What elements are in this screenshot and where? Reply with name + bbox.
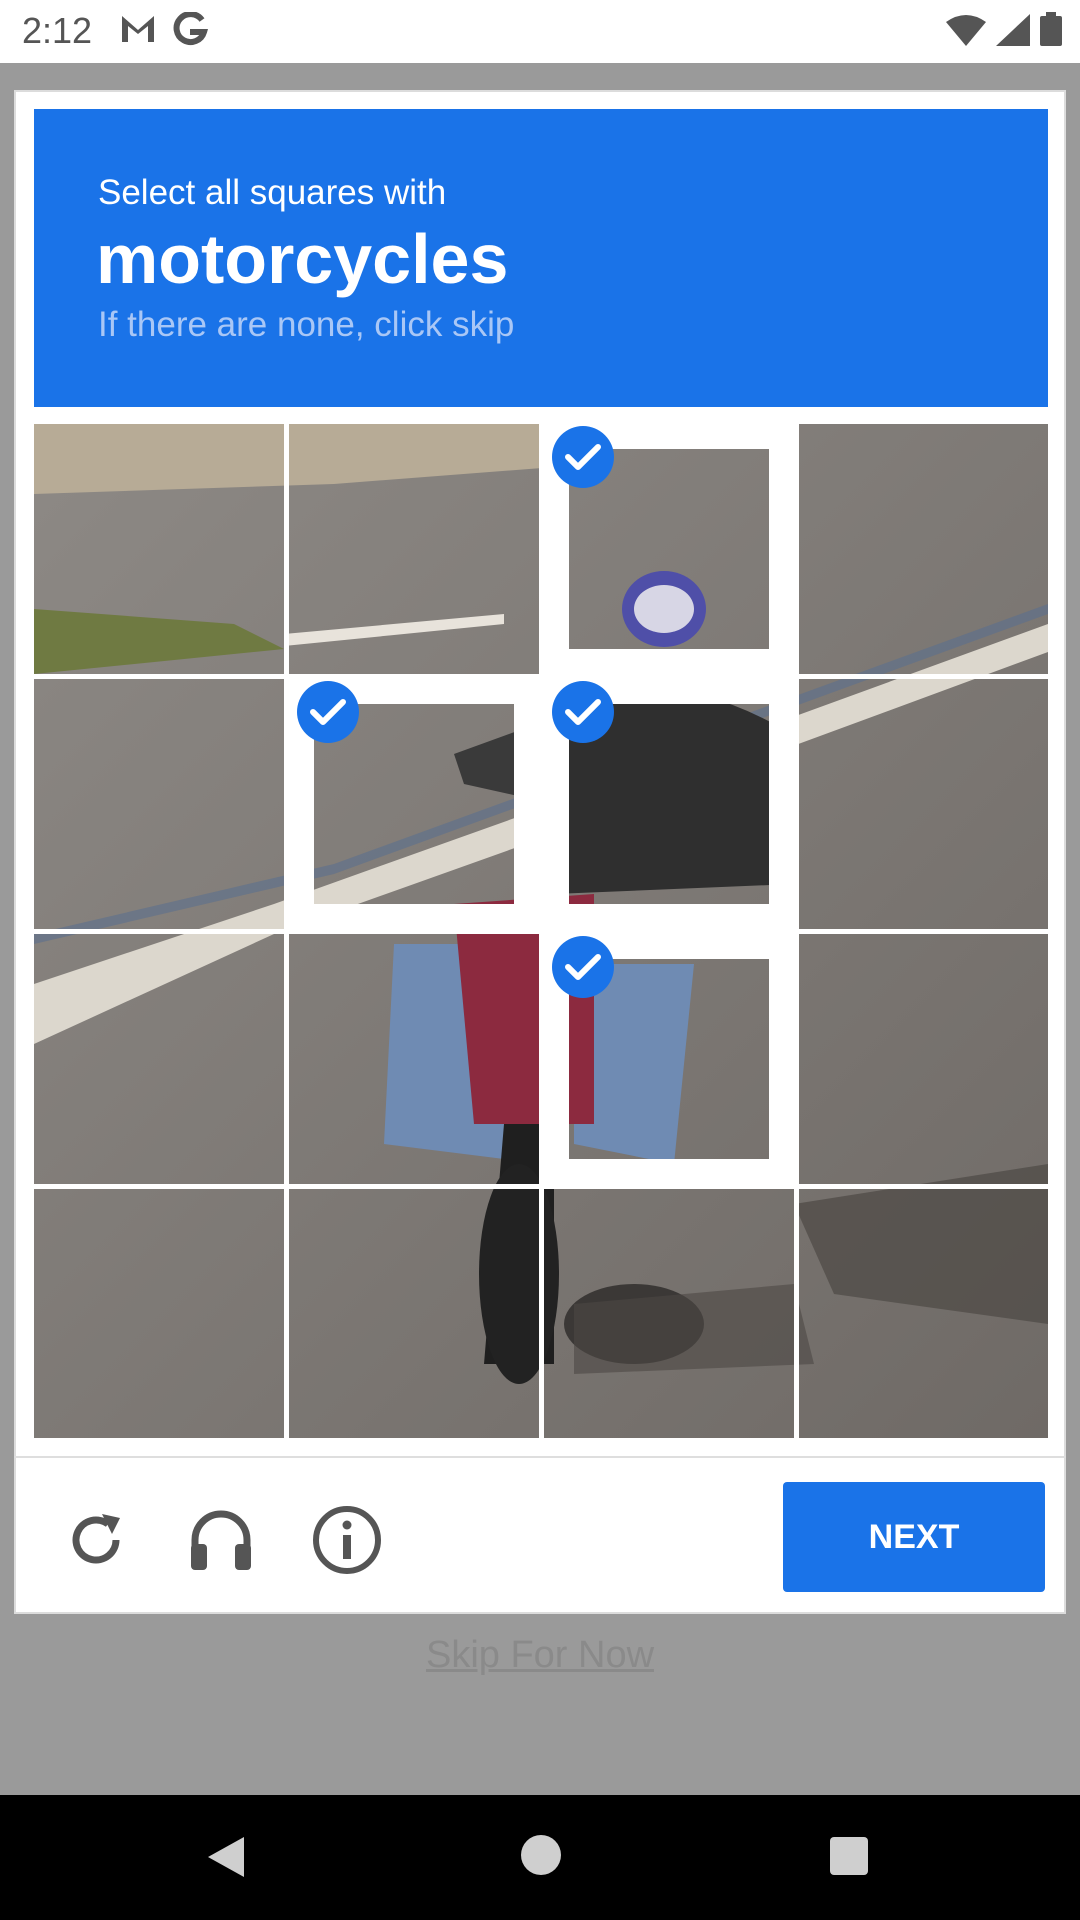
recents-icon[interactable] (830, 1837, 868, 1875)
navigation-bar (0, 1795, 1080, 1920)
battery-icon (1040, 12, 1062, 46)
captcha-tile[interactable] (544, 1189, 794, 1438)
captcha-tile[interactable] (799, 934, 1048, 1184)
check-icon (552, 426, 614, 488)
captcha-tile[interactable] (289, 934, 539, 1184)
captcha-image-grid (34, 424, 1048, 1438)
status-bar: 2:12 (0, 0, 1080, 63)
notification-icons (118, 12, 208, 48)
reload-icon (72, 1514, 120, 1564)
captcha-tile[interactable] (34, 1189, 284, 1438)
wifi-icon (946, 15, 986, 46)
captcha-tile[interactable] (289, 424, 539, 674)
captcha-tile[interactable] (799, 1189, 1048, 1438)
check-icon (297, 681, 359, 743)
captcha-tile[interactable] (34, 934, 284, 1184)
captcha-tile[interactable] (799, 424, 1048, 674)
headphones-icon (191, 1510, 251, 1570)
next-button[interactable]: NEXT (783, 1482, 1045, 1592)
captcha-hint: If there are none, click skip (98, 305, 515, 344)
info-icon (313, 1506, 381, 1574)
captcha-tile[interactable] (34, 679, 284, 929)
home-icon[interactable] (521, 1835, 561, 1875)
info-button[interactable] (309, 1502, 385, 1578)
audio-challenge-button[interactable] (183, 1502, 259, 1578)
captcha-prompt: Select all squares with (98, 173, 447, 212)
captcha-tile[interactable] (34, 424, 284, 674)
captcha-header: Select all squares with motorcycles If t… (34, 109, 1048, 407)
captcha-target: motorcycles (96, 220, 509, 298)
google-icon (173, 12, 208, 46)
signal-icon (996, 14, 1030, 46)
skip-for-now-link[interactable]: Skip For Now (0, 1634, 1080, 1677)
check-icon (552, 936, 614, 998)
reload-button[interactable] (58, 1502, 134, 1578)
captcha-tile[interactable] (799, 679, 1048, 929)
check-icon (552, 681, 614, 743)
gmail-icon (122, 16, 154, 42)
captcha-tile[interactable] (289, 1189, 539, 1438)
system-icons (946, 12, 1062, 46)
footer-divider (14, 1456, 1066, 1458)
status-time: 2:12 (22, 10, 93, 51)
back-icon[interactable] (206, 1835, 246, 1879)
